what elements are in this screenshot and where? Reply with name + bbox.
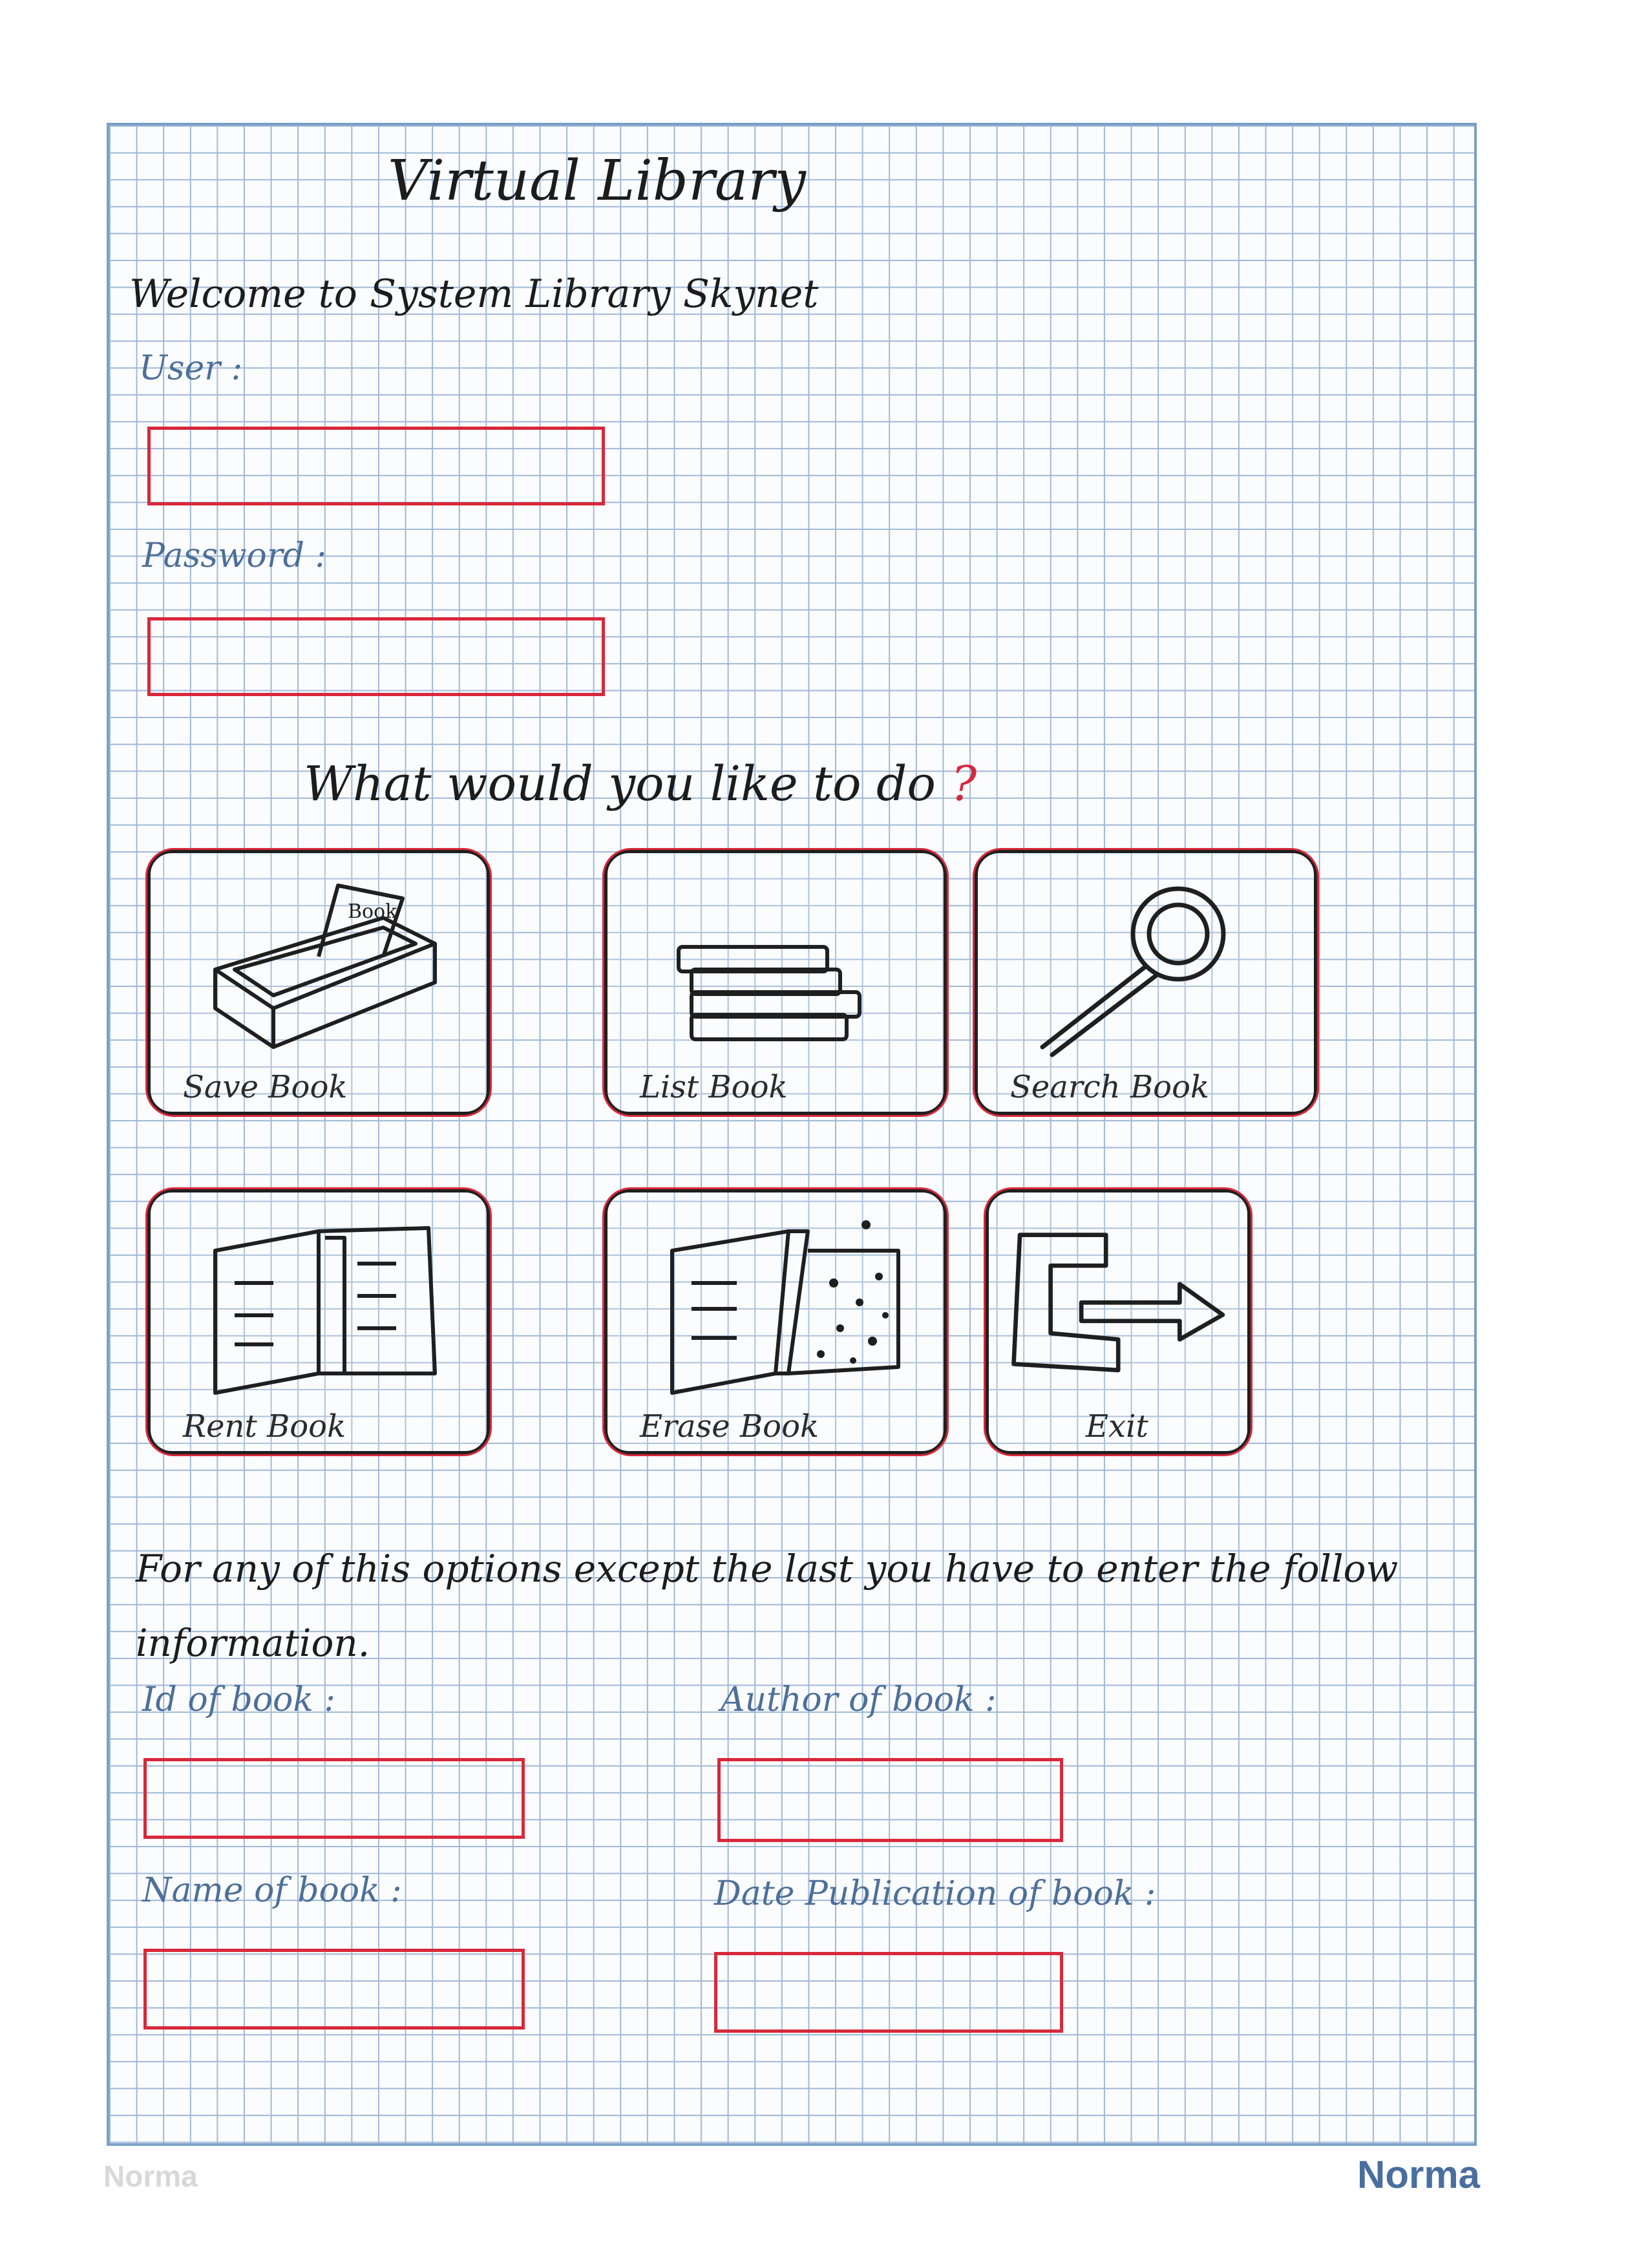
welcome-message: Welcome to System Library Skynet <box>129 271 819 317</box>
brand-watermark-left: Norma <box>103 2159 198 2193</box>
book-date-label: Date Publication of book : <box>714 1874 1156 1913</box>
menu-prompt-text: What would you like to do <box>304 756 936 812</box>
open-book-icon <box>213 1226 437 1395</box>
exit-button[interactable]: Exit <box>984 1187 1252 1456</box>
book-author-label: Author of book : <box>721 1680 997 1719</box>
user-label: User : <box>139 349 243 388</box>
svg-text:Book: Book <box>348 900 397 923</box>
book-id-label: Id of book : <box>142 1680 335 1719</box>
erase-book-button[interactable]: Erase Book <box>602 1187 949 1456</box>
book-author-input[interactable] <box>717 1758 1063 1842</box>
menu-prompt: What would you like to do ? <box>304 756 977 812</box>
list-book-label: List Book <box>640 1069 788 1105</box>
exit-label: Exit <box>1086 1408 1148 1445</box>
rent-book-label: Rent Book <box>183 1408 346 1445</box>
menu-prompt-mark: ? <box>951 756 977 812</box>
erase-book-label: Erase Book <box>640 1408 819 1445</box>
book-date-input[interactable] <box>714 1952 1063 2033</box>
book-stack-icon <box>677 945 861 1041</box>
password-input[interactable] <box>147 617 605 696</box>
book-name-label: Name of book : <box>142 1871 402 1910</box>
magnifier-icon <box>1040 886 1226 1057</box>
save-book-button[interactable]: Book Save Book <box>145 848 492 1117</box>
user-input[interactable] <box>147 427 605 505</box>
list-book-button[interactable]: List Book <box>602 848 949 1117</box>
book-box-icon: Book <box>213 884 437 1049</box>
rent-book-button[interactable]: Rent Book <box>145 1187 492 1456</box>
book-name-input[interactable] <box>143 1949 525 2030</box>
page-title: Virtual Library <box>388 149 807 213</box>
eraser-book-icon <box>670 1220 900 1395</box>
brand-logo-right: Norma <box>1357 2153 1481 2196</box>
search-book-label: Search Book <box>1010 1069 1210 1105</box>
instructions-text: For any of this options except the last … <box>136 1547 1399 1665</box>
save-book-label: Save Book <box>183 1069 348 1105</box>
password-label: Password : <box>142 536 327 575</box>
exit-arrow-icon <box>1011 1233 1225 1373</box>
book-id-input[interactable] <box>143 1758 525 1839</box>
search-book-button[interactable]: Search Book <box>973 848 1319 1117</box>
